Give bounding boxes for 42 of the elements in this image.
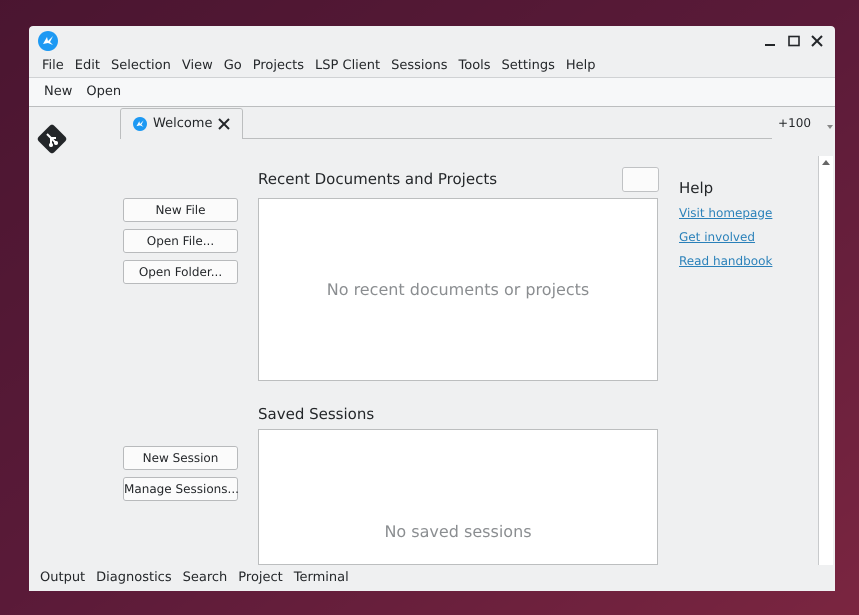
scrollbar[interactable]: [818, 156, 833, 565]
scroll-up-icon[interactable]: [822, 160, 830, 165]
app-logo-icon: [38, 30, 58, 50]
action-button[interactable]: New File: [123, 198, 238, 222]
panel-tab[interactable]: Search: [178, 568, 232, 588]
help-link[interactable]: Visit homepage: [679, 204, 772, 222]
section-title: Saved Sessions: [258, 404, 376, 426]
maximize-icon[interactable]: [788, 34, 800, 46]
menu-item[interactable]: Edit: [70, 56, 105, 76]
help-title: Help: [679, 178, 714, 199]
action-button[interactable]: New Session: [123, 446, 238, 470]
menu-item[interactable]: Selection: [106, 56, 176, 76]
panel-tab[interactable]: Output: [35, 568, 90, 588]
action-button[interactable]: Open Folder...: [123, 260, 238, 284]
dropdown-arrow-icon[interactable]: [827, 125, 833, 129]
empty-message: No saved sessions: [384, 521, 532, 540]
menu-item[interactable]: Tools: [454, 56, 496, 76]
action-button[interactable]: Open File...: [123, 229, 238, 253]
panel-tab[interactable]: Project: [233, 568, 288, 588]
menu-item[interactable]: Projects: [248, 56, 310, 76]
panel-tab[interactable]: Terminal: [288, 568, 354, 588]
panel-tab[interactable]: Diagnostics: [91, 568, 177, 588]
app-logo-icon: [133, 117, 147, 131]
close-icon[interactable]: [811, 34, 823, 46]
action-button[interactable]: Manage Sessions...: [123, 477, 238, 501]
menu-item[interactable]: Settings: [496, 56, 560, 76]
help-link[interactable]: Get involved: [679, 228, 772, 246]
close-tab-icon[interactable]: [218, 118, 230, 130]
menu-item[interactable]: Sessions: [386, 56, 453, 76]
empty-message: No recent documents or projects: [326, 278, 590, 301]
section-title: Recent Documents and Projects: [258, 169, 498, 190]
help-link[interactable]: Read handbook: [679, 252, 772, 270]
toolbar-button[interactable]: Open: [79, 80, 128, 104]
toolbar-button[interactable]: New: [37, 80, 80, 104]
tab-label: Welcome: [153, 115, 212, 134]
menu-item[interactable]: Go: [218, 56, 247, 76]
zoom-label[interactable]: +100: [778, 114, 811, 132]
tab[interactable]: Welcome: [120, 108, 244, 139]
menu-item[interactable]: Help: [560, 56, 601, 76]
menu-item[interactable]: LSP Client: [310, 56, 386, 76]
menu-item[interactable]: View: [176, 56, 218, 76]
menu-item[interactable]: File: [37, 56, 69, 76]
